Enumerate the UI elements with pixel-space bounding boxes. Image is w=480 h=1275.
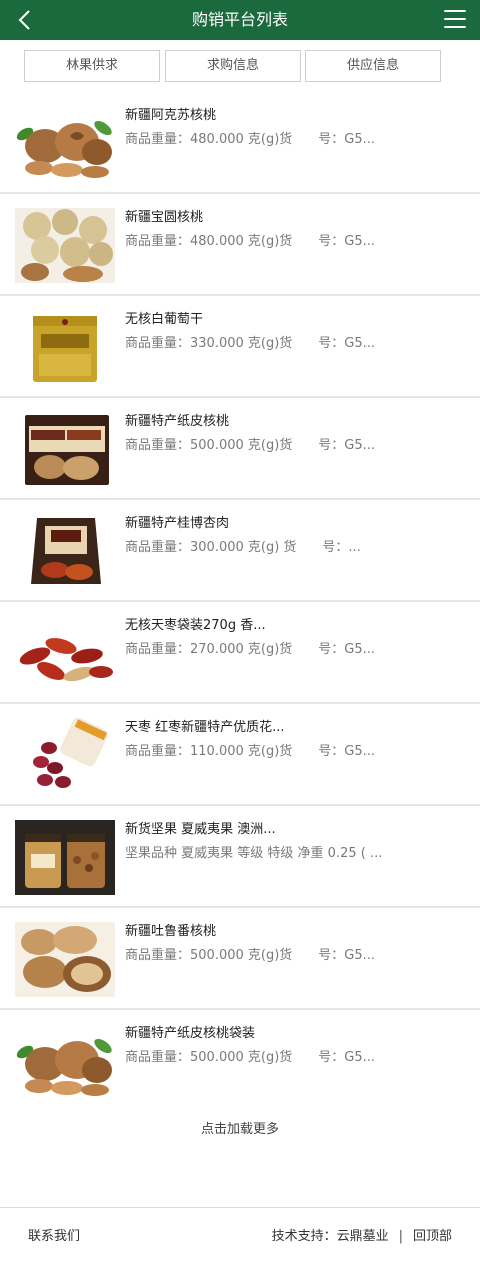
product-image-paper-walnut-bag[interactable] [15, 412, 115, 487]
product-meta: 商品重量：300.000 克(g) 货 号：... [125, 540, 361, 555]
list-item[interactable]: 新疆特产桂博杏肉 商品重量：300.000 克(g) 货 号：... [0, 500, 480, 602]
back-to-top-link[interactable]: 回顶部 [413, 1229, 452, 1244]
product-meta: 商品重量：500.000 克(g)货 号：G5... [125, 438, 376, 453]
product-name: 新疆特产纸皮核桃袋装 [125, 1026, 256, 1041]
product-name: 新疆特产桂博杏肉 [125, 516, 230, 531]
product-image-walnut[interactable] [15, 1024, 115, 1099]
product-list: 新疆阿克苏核桃 商品重量：480.000 克(g)货 号：G5... 新疆宝圆核… [0, 92, 480, 1105]
product-image-apricot-bag[interactable] [15, 514, 115, 589]
product-name: 新疆特产纸皮核桃 [125, 414, 230, 429]
product-meta: 商品重量：500.000 克(g)货 号：G5... [125, 948, 376, 963]
product-name: 无核白葡萄干 [125, 312, 204, 327]
product-meta: 商品重量：270.000 克(g)货 号：G5... [125, 642, 376, 657]
product-image-walnut[interactable] [15, 106, 115, 181]
product-name: 新疆吐鲁番核桃 [125, 924, 217, 939]
product-meta: 商品重量：330.000 克(g)货 号：G5... [125, 336, 376, 351]
product-image-red-dates[interactable] [15, 616, 115, 691]
page-title: 购销平台列表 [191, 10, 288, 29]
footer-separator: | [398, 1229, 403, 1244]
tab-forest-fruit-supply[interactable]: 林果供求 [24, 50, 160, 82]
list-item[interactable]: 新货坚果 夏威夷果 澳洲... 坚果品种 夏威夷果 等级 特级 净重 0.25 … [0, 806, 480, 908]
footer-right: 技术支持：云鼎墓业 | 回顶部 [272, 1225, 452, 1244]
product-meta: 商品重量：500.000 克(g)货 号：G5... [125, 1050, 376, 1065]
product-image-dates-jar[interactable] [15, 718, 115, 793]
load-more-link[interactable]: 点击加载更多 [0, 1118, 480, 1137]
list-item[interactable]: 新疆特产纸皮核桃 商品重量：500.000 克(g)货 号：G5... [0, 398, 480, 500]
product-name: 无核天枣袋装270g 香... [125, 618, 266, 633]
top-app-bar: 购销平台列表 [0, 0, 480, 40]
product-name: 新货坚果 夏威夷果 澳洲... [125, 822, 276, 837]
list-item[interactable]: 新疆阿克苏核桃 商品重量：480.000 克(g)货 号：G5... [0, 92, 480, 194]
product-name: 天枣 红枣新疆特产优质花... [125, 720, 285, 735]
list-item[interactable]: 天枣 红枣新疆特产优质花... 商品重量：110.000 克(g)货 号：G5.… [0, 704, 480, 806]
contact-us-link[interactable]: 联系我们 [28, 1225, 80, 1244]
list-item[interactable]: 新疆吐鲁番核桃 商品重量：500.000 克(g)货 号：G5... [0, 908, 480, 1010]
hamburger-menu-icon[interactable] [444, 10, 466, 30]
product-meta: 商品重量：480.000 克(g)货 号：G5... [125, 132, 376, 147]
product-name: 新疆宝圆核桃 [125, 210, 204, 225]
product-image-nut-jars[interactable] [15, 820, 115, 895]
product-image-raisin-bag[interactable] [15, 310, 115, 385]
tab-supply-info[interactable]: 供应信息 [305, 50, 441, 82]
list-item[interactable]: 无核天枣袋装270g 香... 商品重量：270.000 克(g)货 号：G5.… [0, 602, 480, 704]
product-meta: 坚果品种 夏威夷果 等级 特级 净重 0.25 ( ... [125, 846, 383, 861]
list-item[interactable]: 新疆宝圆核桃 商品重量：480.000 克(g)货 号：G5... [0, 194, 480, 296]
tech-support-text: 技术支持：云鼎墓业 [271, 1229, 389, 1244]
category-tabs: 林果供求 求购信息 供应信息 [0, 40, 480, 92]
product-meta: 商品重量：110.000 克(g)货 号：G5... [125, 744, 376, 759]
product-name: 新疆阿克苏核桃 [125, 108, 217, 123]
list-item[interactable]: 无核白葡萄干 商品重量：330.000 克(g)货 号：G5... [0, 296, 480, 398]
product-image-walnut-kernels[interactable] [15, 922, 115, 997]
product-meta: 商品重量：480.000 克(g)货 号：G5... [125, 234, 376, 249]
product-image-round-walnuts[interactable] [15, 208, 115, 283]
list-item[interactable]: 新疆特产纸皮核桃袋装 商品重量：500.000 克(g)货 号：G5... [0, 1010, 480, 1105]
tab-purchase-info[interactable]: 求购信息 [165, 50, 301, 82]
footer: 联系我们 技术支持：云鼎墓业 | 回顶部 [0, 1207, 480, 1257]
